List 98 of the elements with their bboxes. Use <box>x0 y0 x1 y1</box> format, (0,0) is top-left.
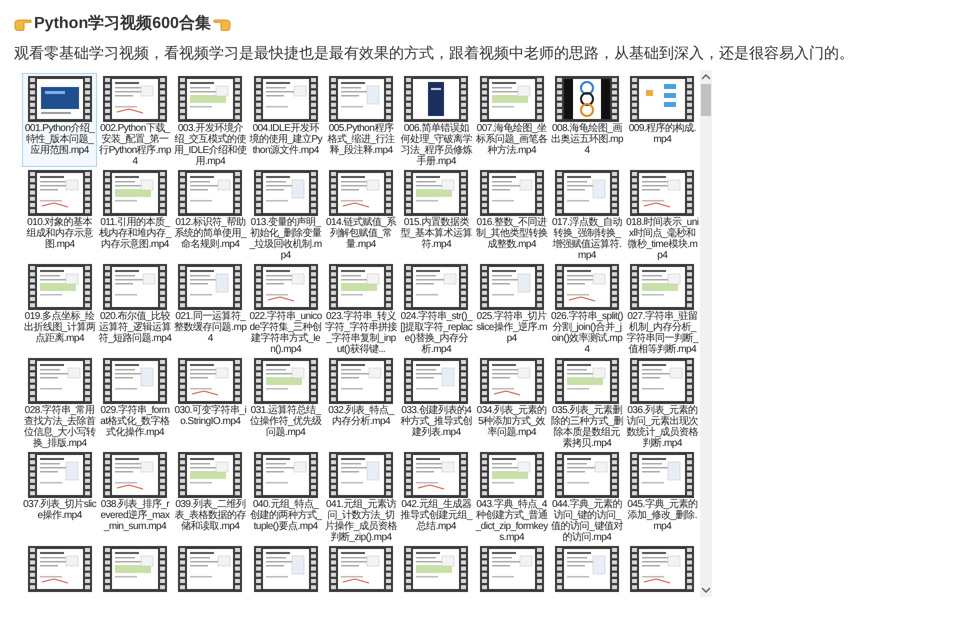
file-item[interactable]: 039.列表_二维列表_表格数据的存储和读取.mp4 <box>172 449 248 543</box>
file-name: 031.运算符总结_位操作符_优先级问题.mp4 <box>249 405 322 438</box>
file-name: 012.标识符_帮助系统的简单使用_命名规则.mp4 <box>174 217 247 250</box>
file-name: 014.链式赋值_系列解包赋值_常量.mp4 <box>324 217 398 250</box>
file-name: 039.列表_二维列表_表格数据的存储和读取.mp4 <box>174 499 247 532</box>
file-item[interactable]: 005.Python程序格式_缩进_行注释_段注释.mp4 <box>323 73 399 167</box>
file-name: 034.列表_元素的5种添加方式_效率问题.mp4 <box>476 405 548 438</box>
file-item[interactable]: 023.字符串_转义字符_字符串拼接_字符串复制_input()获得键... <box>323 261 399 355</box>
file-name: 028.字符串_常用查找方法_去除首位信息_大小写转换_排版.mp4 <box>23 405 96 449</box>
file-name: 037.列表_切片slice操作.mp4 <box>23 499 96 521</box>
pointing-hand-icon <box>212 17 231 31</box>
file-name: 017.浮点数_自动转换_强制转换_增强赋值运算符.mp4 <box>550 217 623 261</box>
file-item[interactable]: 014.链式赋值_系列解包赋值_常量.mp4 <box>323 167 399 261</box>
file-item[interactable]: 034.列表_元素的5种添加方式_效率问题.mp4 <box>474 355 550 449</box>
file-item[interactable]: 018.时间表示_unix时间点_毫秒和微秒_time模块.mp4 <box>624 167 700 261</box>
file-item[interactable]: 030.可变字符串_io.StringIO.mp4 <box>172 355 248 449</box>
file-name: 029.字符串_format格式化_数字格式化操作.mp4 <box>99 405 171 438</box>
file-item[interactable]: 020.布尔值_比较运算符_逻辑运算符_短路问题.mp4 <box>97 261 173 355</box>
file-item[interactable]: 022.字符串_unicode字符集_三种创建字符串方式_len().mp4 <box>248 261 324 355</box>
file-item[interactable]: 032.列表_特点_内存分析.mp4 <box>323 355 399 449</box>
scrollbar-thumb[interactable] <box>701 84 711 116</box>
file-name: 023.字符串_转义字符_字符串拼接_字符串复制_input()获得键... <box>324 311 398 355</box>
file-name: 011.引用的本质_栈内存和堆内存_内存示意图.mp4 <box>98 217 172 250</box>
file-item[interactable]: 013.变量的声明_初始化_删除变量_垃圾回收机制.mp4 <box>248 167 324 261</box>
file-item[interactable]: 029.字符串_format格式化_数字格式化操作.mp4 <box>97 355 173 449</box>
file-name: 018.时间表示_unix时间点_毫秒和微秒_time模块.mp4 <box>626 217 699 261</box>
file-item[interactable]: 024.字符串_str()_[]提取字符_replace()替换_内存分析.mp4 <box>398 261 474 355</box>
file-name: 007.海龟绘图_坐标系问题_画笔各种方法.mp4 <box>475 123 548 156</box>
file-name: 006.简单错误如何处理_守破离学习法_程序员修炼手册.mp4 <box>400 123 473 167</box>
file-name: 016.整数_不同进制_其他类型转换成整数.mp4 <box>475 217 548 250</box>
file-name: 033.创建列表的4种方式_推导式创建列表.mp4 <box>400 405 473 438</box>
file-name: 040.元组_特点_创建的两种方式_tuple()要点.mp4 <box>249 499 322 532</box>
file-name: 035.列表_元素删除的三种方式_删除本质是数组元素拷贝.mp4 <box>550 405 624 449</box>
file-name: 004.IDLE开发环境的使用_建立Python源文件.mp4 <box>249 123 322 156</box>
file-name: 032.列表_特点_内存分析.mp4 <box>327 405 396 427</box>
file-item[interactable]: 038.列表_排序_revered逆序_max_min_sum.mp4 <box>97 449 173 543</box>
file-item[interactable]: 003.开发环境介绍_交互模式的使用_IDLE介绍和使用.mp4 <box>172 73 248 167</box>
scroll-down-icon[interactable] <box>702 587 710 593</box>
file-name: 026.字符串_split()分割_join()合并_join()效率测试.mp4 <box>550 311 624 355</box>
file-name: 024.字符串_str()_[]提取字符_replace()替换_内存分析.mp4 <box>400 311 473 355</box>
file-item[interactable]: 035.列表_元素删除的三种方式_删除本质是数组元素拷贝.mp4 <box>549 355 625 449</box>
page-title: Python学习视频600合集 <box>34 13 211 34</box>
file-item[interactable]: 004.IDLE开发环境的使用_建立Python源文件.mp4 <box>248 73 324 167</box>
file-item[interactable]: 042.元组_生成器推导式创建元组_总结.mp4 <box>398 449 474 543</box>
file-item[interactable]: 031.运算符总结_位操作符_优先级问题.mp4 <box>248 355 324 449</box>
file-item[interactable]: 008.海龟绘图_画出奥运五环图.mp4 <box>549 73 625 167</box>
file-item[interactable]: 021.同一运算符_整数缓存问题.mp4 <box>172 261 248 355</box>
file-item[interactable]: 044.字典_元素的访问_键的访问_值的访问_键值对的访问.mp4 <box>549 449 625 543</box>
file-item[interactable]: 009.程序的构成.mp4 <box>624 73 700 167</box>
file-name: 045.字典_元素的添加_修改_删除.mp4 <box>626 499 698 532</box>
file-item[interactable]: 015.内置数据类型_基本算术运算符.mp4 <box>398 167 474 261</box>
file-name: 020.布尔值_比较运算符_逻辑运算符_短路问题.mp4 <box>98 311 172 344</box>
file-name: 036.列表_元素的访问_元素出现次数统计_成员资格判断.mp4 <box>626 405 699 449</box>
file-item[interactable]: 002.Python下载_安装_配置_第一行Python程序.mp4 <box>97 73 173 167</box>
file-item[interactable]: 043.字典_特点_4种创建方式_普通_dict_zip_formkeys.mp4 <box>474 449 550 543</box>
file-item[interactable]: 025.字符串_切片slice操作_逆序.mp4 <box>474 261 550 355</box>
file-name: 019.多点坐标_绘出折线图_计算两点距离.mp4 <box>23 311 96 344</box>
file-item[interactable]: 019.多点坐标_绘出折线图_计算两点距离.mp4 <box>22 261 98 355</box>
file-name: 003.开发环境介绍_交互模式的使用_IDLE介绍和使用.mp4 <box>174 123 247 167</box>
file-name: 002.Python下载_安装_配置_第一行Python程序.mp4 <box>98 123 172 167</box>
file-name: 038.列表_排序_revered逆序_max_min_sum.mp4 <box>99 499 171 532</box>
file-name: 021.同一运算符_整数缓存问题.mp4 <box>174 311 247 344</box>
intro-text: 观看零基础学习视频，看视频学习是最快捷也是最有效果的方式，跟着视频中老师的思路，从基础到深入，还是很容易入门的。 <box>14 44 855 64</box>
file-item[interactable]: 027.字符串_驻留机制_内存分析_字符串同一判断_值相等判断.mp4 <box>624 261 700 355</box>
file-name: 009.程序的构成.mp4 <box>628 123 697 145</box>
file-item[interactable]: 011.引用的本质_栈内存和堆内存_内存示意图.mp4 <box>97 167 173 261</box>
file-name: 015.内置数据类型_基本算术运算符.mp4 <box>400 217 473 250</box>
file-item[interactable]: 033.创建列表的4种方式_推导式创建列表.mp4 <box>398 355 474 449</box>
file-item[interactable]: 028.字符串_常用查找方法_去除首位信息_大小写转换_排版.mp4 <box>22 355 98 449</box>
file-item[interactable]: 007.海龟绘图_坐标系问题_画笔各种方法.mp4 <box>474 73 550 167</box>
file-item[interactable]: 010.对象的基本组成和内存示意图.mp4 <box>22 167 98 261</box>
file-item[interactable]: 016.整数_不同进制_其他类型转换成整数.mp4 <box>474 167 550 261</box>
file-name: 030.可变字符串_io.StringIO.mp4 <box>174 405 247 427</box>
file-name: 041.元组_元素访问_计数方法_切片操作_成员资格判断_zip().mp4 <box>324 499 398 543</box>
file-item[interactable]: 026.字符串_split()分割_join()合并_join()效率测试.mp4 <box>549 261 625 355</box>
file-name: 010.对象的基本组成和内存示意图.mp4 <box>25 217 94 250</box>
file-name: 025.字符串_切片slice操作_逆序.mp4 <box>475 311 548 344</box>
file-item[interactable]: 036.列表_元素的访问_元素出现次数统计_成员资格判断.mp4 <box>624 355 700 449</box>
file-name: 042.元组_生成器推导式创建元组_总结.mp4 <box>400 499 473 532</box>
file-item[interactable]: 006.简单错误如何处理_守破离学习法_程序员修炼手册.mp4 <box>398 73 474 167</box>
file-name: 013.变量的声明_初始化_删除变量_垃圾回收机制.mp4 <box>249 217 322 261</box>
scrollbar[interactable] <box>700 70 712 597</box>
file-name: 005.Python程序格式_缩进_行注释_段注释.mp4 <box>326 123 396 156</box>
file-item[interactable]: 040.元组_特点_创建的两种方式_tuple()要点.mp4 <box>248 449 324 543</box>
file-item[interactable]: 045.字典_元素的添加_修改_删除.mp4 <box>624 449 700 543</box>
file-name: 043.字典_特点_4种创建方式_普通_dict_zip_formkeys.mp4 <box>475 499 548 543</box>
file-name: 022.字符串_unicode字符集_三种创建字符串方式_len().mp4 <box>249 311 322 355</box>
file-item[interactable]: 001.Python介绍_特性_版本问题_应用范围.mp4 <box>22 73 98 167</box>
file-name: 001.Python介绍_特性_版本问题_应用范围.mp4 <box>24 123 96 156</box>
file-name: 027.字符串_驻留机制_内存分析_字符串同一判断_值相等判断.mp4 <box>626 311 699 355</box>
file-name: 008.海龟绘图_画出奥运五环图.mp4 <box>550 123 624 156</box>
file-item[interactable]: 037.列表_切片slice操作.mp4 <box>22 449 98 543</box>
pointing-hand-icon <box>14 17 32 31</box>
file-item[interactable]: 012.标识符_帮助系统的简单使用_命名规则.mp4 <box>172 167 248 261</box>
file-name: 044.字典_元素的访问_键的访问_值的访问_键值对的访问.mp4 <box>550 499 624 543</box>
file-item[interactable]: 041.元组_元素访问_计数方法_切片操作_成员资格判断_zip().mp4 <box>323 449 399 543</box>
scroll-up-icon[interactable] <box>702 74 710 80</box>
file-item[interactable]: 017.浮点数_自动转换_强制转换_增强赋值运算符.mp4 <box>549 167 625 261</box>
